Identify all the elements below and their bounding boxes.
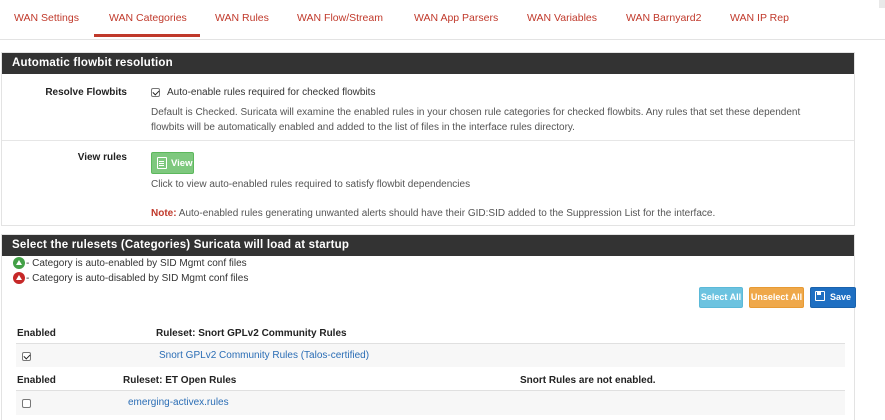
legend-auto-disabled: - Category is auto-disabled by SID Mgmt … bbox=[26, 273, 249, 284]
tab-wan-flow-stream[interactable]: WAN Flow/Stream bbox=[297, 12, 383, 24]
save-icon bbox=[814, 291, 825, 301]
auto-enabled-icon bbox=[13, 257, 25, 269]
tab-wan-rules[interactable]: WAN Rules bbox=[215, 12, 269, 24]
document-icon bbox=[157, 157, 167, 169]
view-rules-label: View rules bbox=[77, 152, 127, 163]
et-col-enabled: Enabled bbox=[17, 375, 56, 386]
emerging-activex-checkbox[interactable] bbox=[22, 399, 31, 408]
view-rules-button[interactable]: View bbox=[151, 152, 194, 174]
et-col-snort-status: Snort Rules are not enabled. bbox=[520, 375, 656, 386]
unselect-all-button[interactable]: Unselect All bbox=[749, 287, 804, 308]
view-rules-note: Note: Auto-enabled rules generating unwa… bbox=[151, 208, 715, 219]
panel-heading: Select the rulesets (Categories) Suricat… bbox=[2, 235, 854, 256]
tab-wan-barnyard2[interactable]: WAN Barnyard2 bbox=[626, 12, 701, 24]
tab-wan-settings[interactable]: WAN Settings bbox=[14, 12, 79, 24]
resolve-flowbits-help-2: flowbits will be automatically enabled a… bbox=[151, 122, 575, 133]
resolve-flowbits-label: Resolve Flowbits bbox=[45, 87, 127, 98]
rulesets-panel: Select the rulesets (Categories) Suricat… bbox=[1, 234, 856, 420]
note-text: Auto-enabled rules generating unwanted a… bbox=[176, 208, 716, 219]
auto-disabled-icon bbox=[13, 272, 25, 284]
snort-community-checkbox[interactable] bbox=[22, 352, 31, 361]
save-button[interactable]: Save bbox=[810, 287, 856, 308]
et-col-ruleset: Ruleset: ET Open Rules bbox=[123, 375, 237, 386]
tab-wan-categories[interactable]: WAN Categories bbox=[109, 12, 187, 24]
note-label: Note: bbox=[151, 208, 177, 219]
tab-wan-app-parsers[interactable]: WAN App Parsers bbox=[414, 12, 498, 24]
resolve-flowbits-checkbox[interactable] bbox=[151, 88, 160, 97]
view-button-label: View bbox=[171, 158, 193, 169]
resolve-flowbits-help-1: Default is Checked. Suricata will examin… bbox=[151, 107, 801, 118]
snort-community-link[interactable]: Snort GPLv2 Community Rules (Talos-certi… bbox=[159, 350, 369, 361]
snort-col-enabled: Enabled bbox=[17, 328, 56, 339]
view-rules-help: Click to view auto-enabled rules require… bbox=[151, 179, 471, 190]
view-rules-row: View rules View Click to view auto-enabl… bbox=[2, 141, 854, 225]
panel-heading: Automatic flowbit resolution bbox=[2, 53, 854, 74]
flowbit-panel: Automatic flowbit resolution Resolve Flo… bbox=[1, 52, 855, 226]
save-button-label: Save bbox=[829, 292, 852, 302]
scrollbar-stub bbox=[879, 0, 885, 8]
resolve-flowbits-checkbox-label: Auto-enable rules required for checked f… bbox=[167, 87, 376, 98]
snort-col-ruleset: Ruleset: Snort GPLv2 Community Rules bbox=[156, 328, 347, 339]
table-row: emerging-activex.rules bbox=[16, 391, 845, 415]
emerging-activex-link[interactable]: emerging-activex.rules bbox=[128, 397, 229, 408]
legend-auto-enabled: - Category is auto-enabled by SID Mgmt c… bbox=[26, 258, 247, 269]
table-row: Snort GPLv2 Community Rules (Talos-certi… bbox=[16, 344, 845, 367]
resolve-flowbits-row: Resolve Flowbits Auto-enable rules requi… bbox=[2, 74, 854, 140]
active-tab-indicator bbox=[94, 34, 200, 37]
tab-bar: WAN Settings WAN Categories WAN Rules WA… bbox=[0, 0, 885, 40]
select-all-button[interactable]: Select All bbox=[699, 287, 743, 308]
tab-wan-ip-rep[interactable]: WAN IP Rep bbox=[730, 12, 789, 24]
tab-wan-variables[interactable]: WAN Variables bbox=[527, 12, 597, 24]
